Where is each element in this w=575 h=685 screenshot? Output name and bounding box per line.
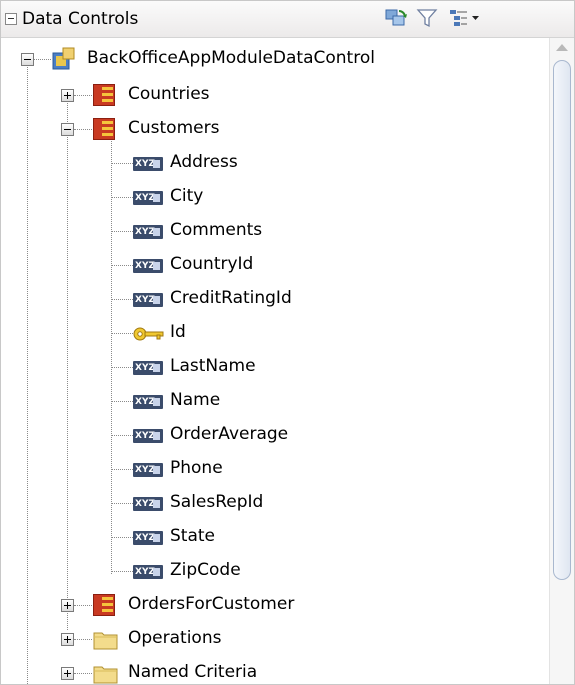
tree-node-attribute[interactable]: XYZ LastName (1, 350, 549, 384)
tree-node-attribute[interactable]: XYZ CreditRatingId (1, 282, 549, 316)
tree-node-label: Comments (170, 220, 263, 240)
scroll-up-icon[interactable] (556, 44, 568, 51)
tree-node-attribute[interactable]: Id (1, 316, 549, 350)
tree-connector (111, 401, 133, 402)
tree-connector (74, 673, 92, 674)
scrollbar-thumb[interactable] (553, 60, 571, 580)
tree-connector (74, 95, 92, 96)
attribute-icon: XYZ (133, 565, 163, 579)
panel-header: Data Controls (1, 1, 574, 38)
tree-node-label: Named Criteria (128, 662, 258, 682)
tree-node-label: OrdersForCustomer (128, 594, 295, 614)
tree-node-label: CreditRatingId (170, 288, 292, 308)
tree-node-operations[interactable]: Operations (1, 622, 549, 656)
expand-toggle[interactable] (61, 599, 74, 612)
attribute-icon: XYZ (133, 429, 163, 443)
tree-node-attribute[interactable]: XYZ Name (1, 384, 549, 418)
tree-connector (111, 265, 133, 266)
attribute-icon: XYZ (133, 259, 163, 273)
data-controls-tree: BackOfficeAppModuleDataControl Countries… (1, 38, 549, 684)
key-icon (133, 326, 165, 347)
tree-node-label: Name (170, 390, 221, 410)
tree-connector (74, 605, 92, 606)
tree-node-label: Address (170, 152, 238, 172)
tree-node-attribute[interactable]: XYZ CountryId (1, 248, 549, 282)
tree-connector (111, 367, 133, 368)
tree-node-attribute[interactable]: XYZ OrderAverage (1, 418, 549, 452)
tree-node-attribute[interactable]: XYZ City (1, 180, 549, 214)
tree-node-attribute[interactable]: XYZ Comments (1, 214, 549, 248)
tree-node-label: BackOfficeAppModuleDataControl (87, 48, 375, 68)
attribute-icon: XYZ (133, 497, 163, 511)
tree-connector (111, 435, 133, 436)
panel-title: Data Controls (22, 9, 139, 29)
tree-node-attribute[interactable]: XYZ SalesRepId (1, 486, 549, 520)
vertical-scrollbar[interactable] (549, 38, 574, 684)
tree-node-label: LastName (170, 356, 256, 376)
tree-node-root[interactable]: BackOfficeAppModuleDataControl (1, 42, 549, 76)
tree-node-label: CountryId (170, 254, 254, 274)
tree-node-label: State (170, 526, 215, 546)
tree-node-attribute[interactable]: XYZ ZipCode (1, 554, 549, 588)
tree-connector (74, 129, 92, 130)
expand-toggle[interactable] (61, 633, 74, 646)
tree-connector (111, 503, 133, 504)
collapse-toggle[interactable] (21, 53, 34, 66)
attribute-icon: XYZ (133, 225, 163, 239)
collapse-toggle[interactable] (61, 123, 74, 136)
tree-node-named-criteria[interactable]: Named Criteria (1, 656, 549, 684)
tree-node-label: Operations (128, 628, 222, 648)
tree-connector (74, 639, 92, 640)
tree-connector (111, 571, 133, 572)
collection-icon (93, 594, 115, 616)
attribute-icon: XYZ (133, 395, 163, 409)
tree-options-icon[interactable] (448, 7, 482, 29)
tree-node-label: OrderAverage (170, 424, 289, 444)
attribute-icon: XYZ (133, 463, 163, 477)
expand-toggle[interactable] (61, 89, 74, 102)
folder-icon (93, 664, 119, 684)
collapse-panel-icon[interactable] (5, 13, 17, 25)
tree-node-label: Countries (128, 84, 210, 104)
tree-connector (111, 469, 133, 470)
tree-connector (111, 197, 133, 198)
tree-connector (111, 163, 133, 164)
attribute-icon: XYZ (133, 191, 163, 205)
attribute-icon: XYZ (133, 361, 163, 375)
tree-node-attribute[interactable]: XYZ State (1, 520, 549, 554)
tree-node-orders-for-customer[interactable]: OrdersForCustomer (1, 588, 549, 622)
tree-node-label: Phone (170, 458, 223, 478)
tree-node-label: Id (170, 322, 186, 342)
tree-node-attribute[interactable]: XYZ Phone (1, 452, 549, 486)
attribute-icon: XYZ (133, 157, 163, 171)
tree-node-label: Customers (128, 118, 220, 138)
attribute-icon: XYZ (133, 293, 163, 307)
expand-toggle[interactable] (61, 667, 74, 680)
attribute-icon: XYZ (133, 531, 163, 545)
collection-icon (93, 84, 115, 106)
tree-connector (111, 299, 133, 300)
refresh-icon[interactable] (385, 7, 409, 29)
tree-connector (111, 231, 133, 232)
tree-node-label: City (170, 186, 204, 206)
tree-node-countries[interactable]: Countries (1, 78, 549, 112)
data-controls-panel: Data Controls BackOfficeAppModuleDataCon… (0, 0, 575, 685)
tree-node-label: SalesRepId (170, 492, 264, 512)
collection-icon (93, 118, 115, 140)
folder-icon (93, 630, 119, 650)
data-control-icon (52, 47, 76, 76)
tree-node-label: ZipCode (170, 560, 241, 580)
tree-node-attribute[interactable]: XYZ Address (1, 146, 549, 180)
filter-icon[interactable] (416, 7, 440, 29)
tree-connector (111, 333, 133, 334)
tree-connector (34, 59, 51, 60)
tree-node-customers[interactable]: Customers (1, 112, 549, 146)
tree-connector (111, 537, 133, 538)
